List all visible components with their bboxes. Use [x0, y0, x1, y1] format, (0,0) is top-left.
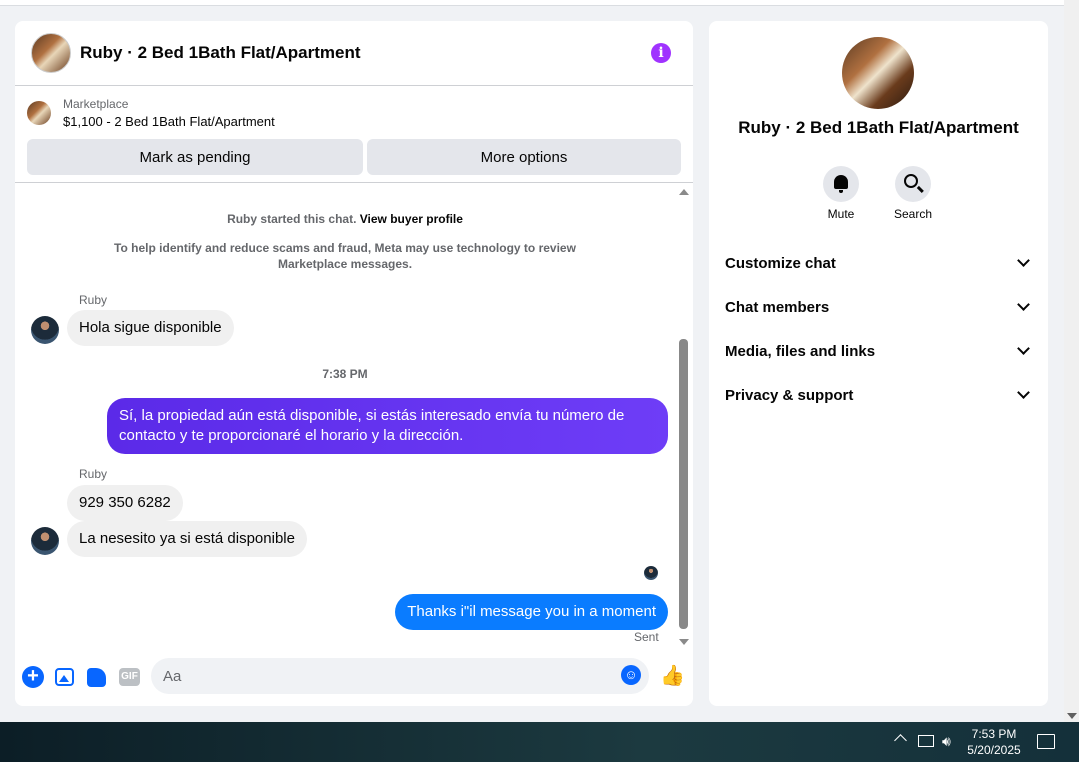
scam-notice-line-1: To help identify and reduce scams and fr… — [114, 241, 576, 255]
search-label: Search — [893, 207, 933, 221]
marketplace-label: Marketplace — [63, 97, 129, 111]
outgoing-message[interactable]: Sí, la propiedad aún está disponible, si… — [107, 398, 668, 454]
message-composer: + GIF ☺ 👍 — [15, 656, 693, 706]
section-label: Customize chat — [725, 254, 836, 272]
sender-name: Ruby — [79, 293, 108, 307]
top-bar — [0, 0, 1064, 6]
notifications-icon[interactable] — [1037, 734, 1055, 749]
bell-icon — [834, 175, 848, 193]
thumbs-up-icon[interactable]: 👍 — [660, 664, 685, 688]
scrollbar-thumb[interactable] — [679, 339, 688, 629]
clock-date: 5/20/2025 — [967, 743, 1021, 757]
chat-title[interactable]: Ruby · 2 Bed 1Bath Flat/Apartment — [80, 43, 361, 63]
incoming-message[interactable]: La nesesito ya si está disponible — [67, 521, 307, 557]
chevron-down-icon — [1017, 298, 1030, 311]
chat-started-text: Ruby started this chat. — [227, 212, 357, 226]
view-buyer-profile-link[interactable]: View buyer profile — [360, 212, 463, 226]
photo-icon[interactable] — [55, 668, 74, 686]
search-icon — [904, 174, 918, 188]
section-privacy-support[interactable]: Privacy & support — [725, 373, 1032, 417]
mute-button[interactable] — [823, 166, 859, 202]
section-customize-chat[interactable]: Customize chat — [725, 241, 1032, 285]
mute-action[interactable]: Mute — [811, 166, 871, 221]
volume-icon[interactable]: 🔊︎ — [942, 733, 951, 750]
chat-panel: Ruby · 2 Bed 1Bath Flat/Apartment i Mark… — [15, 21, 693, 706]
gif-icon[interactable]: GIF — [119, 668, 140, 686]
scam-notice: To help identify and reduce scams and fr… — [15, 240, 675, 272]
section-label: Privacy & support — [725, 386, 854, 404]
taskbar: 🔊︎ 7:53 PM 5/20/2025 — [0, 722, 1079, 762]
incoming-message[interactable]: 929 350 6282 — [67, 485, 183, 521]
message-timestamp: 7:38 PM — [322, 367, 368, 381]
chevron-down-icon — [1017, 342, 1030, 355]
sender-name: Ruby — [79, 467, 108, 481]
page-scrollbar[interactable] — [1064, 0, 1079, 722]
listing-avatar[interactable] — [31, 33, 71, 73]
scroll-down-arrow-icon[interactable] — [1067, 713, 1077, 719]
section-label: Media, files and links — [725, 342, 876, 360]
message-status: Sent — [634, 630, 659, 644]
scam-notice-line-2: Marketplace messages. — [277, 257, 413, 271]
scroll-up-arrow-icon[interactable] — [679, 189, 689, 195]
outgoing-message-line-1: Sí, la propiedad aún está disponible, si… — [119, 407, 625, 424]
search-button[interactable] — [895, 166, 931, 202]
info-listing-avatar[interactable] — [842, 37, 914, 109]
chat-header: Ruby · 2 Bed 1Bath Flat/Apartment i — [15, 21, 693, 86]
marketplace-listing[interactable]: Marketplace $1,100 - 2 Bed 1Bath Flat/Ap… — [15, 86, 693, 131]
sticker-icon[interactable] — [87, 668, 106, 687]
thread-scrollbar[interactable] — [677, 183, 691, 657]
chevron-down-icon — [1017, 254, 1030, 267]
listing-thumbnail — [27, 101, 51, 125]
show-hidden-icons-icon[interactable] — [894, 734, 907, 747]
scroll-down-arrow-icon[interactable] — [679, 639, 689, 645]
mark-as-pending-button[interactable]: Mark as pending — [27, 139, 363, 175]
info-title: Ruby · 2 Bed 1Bath Flat/Apartment — [738, 118, 1019, 137]
clock-time: 7:53 PM — [971, 727, 1017, 741]
search-action[interactable]: Search — [883, 166, 943, 221]
more-options-button[interactable]: More options — [367, 139, 681, 175]
listing-price-title: $1,100 - 2 Bed 1Bath Flat/Apartment — [63, 114, 275, 129]
chat-info-panel: Ruby · 2 Bed 1Bath Flat/Apartment Mute S… — [709, 21, 1048, 706]
ruby-avatar[interactable] — [31, 527, 59, 555]
message-input[interactable] — [151, 658, 649, 694]
seen-indicator-avatar — [644, 566, 658, 580]
info-icon[interactable]: i — [651, 43, 671, 63]
mute-label: Mute — [827, 207, 855, 221]
plus-icon[interactable]: + — [22, 666, 44, 688]
outgoing-message-line-2: contacto y te proporcionaré el horario y… — [119, 427, 464, 444]
network-icon[interactable] — [918, 735, 934, 747]
ruby-avatar[interactable] — [31, 316, 59, 344]
chevron-down-icon — [1017, 386, 1030, 399]
emoji-icon[interactable]: ☺ — [621, 665, 641, 685]
chat-started-notice: Ruby started this chat. View buyer profi… — [15, 211, 675, 227]
section-media-files-links[interactable]: Media, files and links — [725, 329, 1032, 373]
message-thread[interactable]: Ruby started this chat. View buyer profi… — [15, 182, 693, 656]
clock[interactable]: 7:53 PM 5/20/2025 — [960, 726, 1028, 758]
section-label: Chat members — [725, 298, 830, 316]
outgoing-message[interactable]: Thanks i"il message you in a moment — [395, 594, 668, 630]
section-chat-members[interactable]: Chat members — [725, 285, 1032, 329]
incoming-message[interactable]: Hola sigue disponible — [67, 310, 234, 346]
